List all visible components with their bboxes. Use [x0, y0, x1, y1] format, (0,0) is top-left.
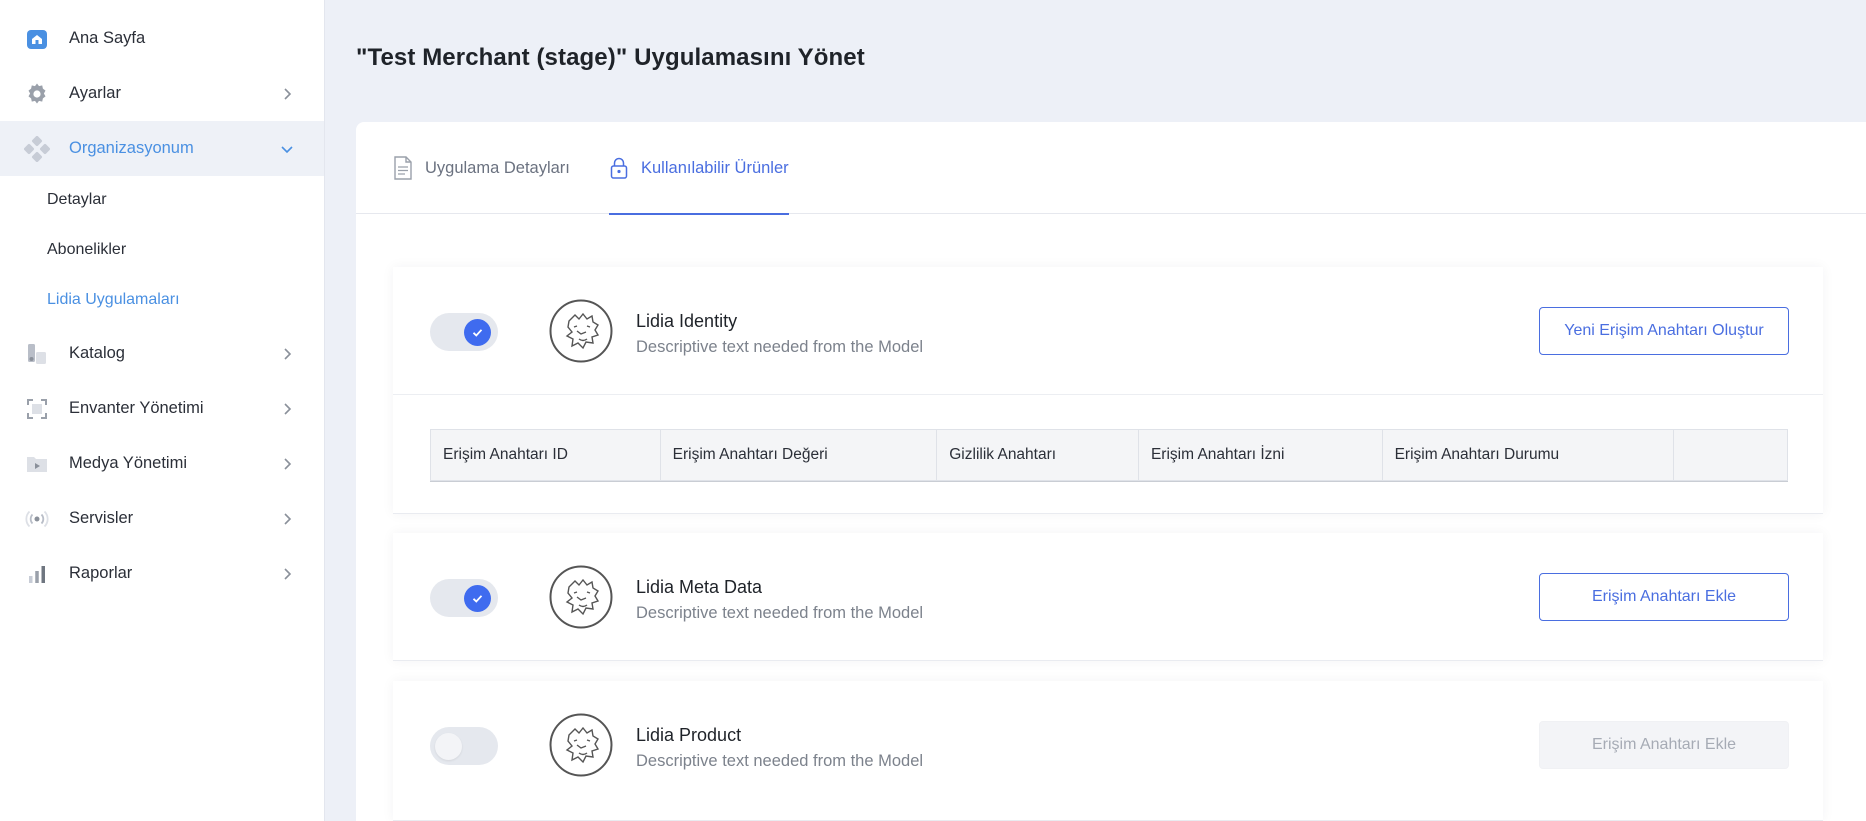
catalog-icon — [24, 341, 50, 367]
tab-uygulama-detaylari[interactable]: Uygulama Detayları — [393, 122, 570, 214]
sidebar-item-organizasyonum[interactable]: Organizasyonum — [0, 121, 324, 176]
product-toggle[interactable] — [430, 727, 498, 765]
chevron-right-icon — [284, 347, 292, 360]
document-icon — [394, 156, 412, 180]
sidebar-item-katalog[interactable]: Katalog — [0, 326, 324, 381]
product-card-lidia-product: Lidia Product Descriptive text needed fr… — [393, 681, 1823, 821]
table-header-cell: Erişim Anahtarı Değeri — [661, 430, 938, 480]
product-description: Descriptive text needed from the Model — [636, 604, 924, 622]
table-header-cell: Gizlilik Anahtarı — [937, 430, 1139, 480]
tab-label: Uygulama Detayları — [425, 158, 570, 177]
table-header-cell: Erişim Anahtarı Durumu — [1383, 430, 1675, 480]
sidebar-subitem-lidia-uygulamalari[interactable]: Lidia Uygulamaları — [47, 291, 180, 309]
chevron-right-icon — [284, 87, 292, 100]
sidebar-item-label: Servisler — [69, 509, 134, 527]
new-access-key-button[interactable]: Yeni Erişim Anahtarı Oluştur — [1539, 307, 1789, 355]
sidebar-subitem-abonelikler[interactable]: Abonelikler — [47, 241, 126, 259]
lion-logo-icon — [549, 565, 613, 629]
table-header-cell — [1674, 430, 1787, 480]
sidebar-subitem-detaylar[interactable]: Detaylar — [47, 191, 107, 209]
sidebar-item-label: Medya Yönetimi — [69, 454, 188, 472]
lion-logo-icon — [549, 713, 613, 777]
gear-icon — [24, 81, 50, 107]
chevron-right-icon — [284, 512, 292, 525]
product-card-lidia-meta-data: Lidia Meta Data Descriptive text needed … — [393, 533, 1823, 661]
product-toggle[interactable] — [430, 579, 498, 617]
sidebar-item-label: Katalog — [69, 344, 125, 362]
tab-label: Kullanılabilir Ürünler — [641, 158, 789, 177]
services-icon — [24, 506, 50, 532]
chevron-right-icon — [284, 457, 292, 470]
sidebar-item-servisler[interactable]: Servisler — [0, 491, 324, 546]
tab-bar: Uygulama Detayları Kullanılabilir Ürünle… — [356, 122, 1866, 215]
product-description: Descriptive text needed from the Model — [636, 338, 924, 356]
sidebar-item-label: Ana Sayfa — [69, 29, 146, 47]
media-icon — [24, 451, 50, 477]
lock-icon — [610, 157, 628, 179]
reports-icon — [24, 561, 50, 587]
toggle-knob — [435, 733, 462, 760]
chevron-right-icon — [284, 402, 292, 415]
product-header: Lidia Meta Data Descriptive text needed … — [393, 533, 1823, 661]
table-header-cell: Erişim Anahtarı İzni — [1139, 430, 1383, 480]
check-icon — [464, 585, 491, 612]
sidebar-item-label: Ayarlar — [69, 84, 121, 102]
inventory-icon — [24, 396, 50, 422]
sidebar-item-label: Raporlar — [69, 564, 133, 582]
chevron-right-icon — [284, 567, 292, 580]
sidebar: Ana Sayfa Ayarlar Organizasyonum Detayla… — [0, 0, 325, 821]
table-header-cell: Erişim Anahtarı ID — [431, 430, 661, 480]
page-title: "Test Merchant (stage)" Uygulamasını Yön… — [356, 44, 865, 71]
lion-logo-icon — [549, 299, 613, 363]
product-name: Lidia Identity — [636, 311, 738, 331]
check-icon — [464, 319, 491, 346]
sidebar-item-label: Envanter Yönetimi — [69, 399, 204, 417]
product-header: Lidia Identity Descriptive text needed f… — [393, 267, 1823, 395]
sidebar-item-raporlar[interactable]: Raporlar — [0, 546, 324, 601]
sidebar-item-envanter-yonetimi[interactable]: Envanter Yönetimi — [0, 381, 324, 436]
product-card-lidia-identity: Lidia Identity Descriptive text needed f… — [393, 267, 1823, 514]
product-header: Lidia Product Descriptive text needed fr… — [393, 681, 1823, 809]
product-name: Lidia Meta Data — [636, 577, 763, 597]
sidebar-item-medya-yonetimi[interactable]: Medya Yönetimi — [0, 436, 324, 491]
product-description: Descriptive text needed from the Model — [636, 752, 924, 770]
add-access-key-button-disabled: Erişim Anahtarı Ekle — [1539, 721, 1789, 769]
applications-card: Uygulama Detayları Kullanılabilir Ürünle… — [356, 122, 1866, 821]
access-keys-table: Erişim Anahtarı ID Erişim Anahtarı Değer… — [430, 429, 1788, 481]
sidebar-item-ana-sayfa[interactable]: Ana Sayfa — [0, 11, 324, 66]
sidebar-item-label: Organizasyonum — [69, 139, 194, 157]
product-name: Lidia Product — [636, 725, 742, 745]
organization-icon — [24, 135, 50, 162]
chevron-down-icon — [281, 145, 293, 153]
home-icon — [24, 26, 50, 52]
add-access-key-button[interactable]: Erişim Anahtarı Ekle — [1539, 573, 1789, 621]
tab-kullanilabilir-urunler[interactable]: Kullanılabilir Ürünler — [609, 122, 789, 215]
sidebar-item-ayarlar[interactable]: Ayarlar — [0, 66, 324, 121]
product-toggle[interactable] — [430, 313, 498, 351]
